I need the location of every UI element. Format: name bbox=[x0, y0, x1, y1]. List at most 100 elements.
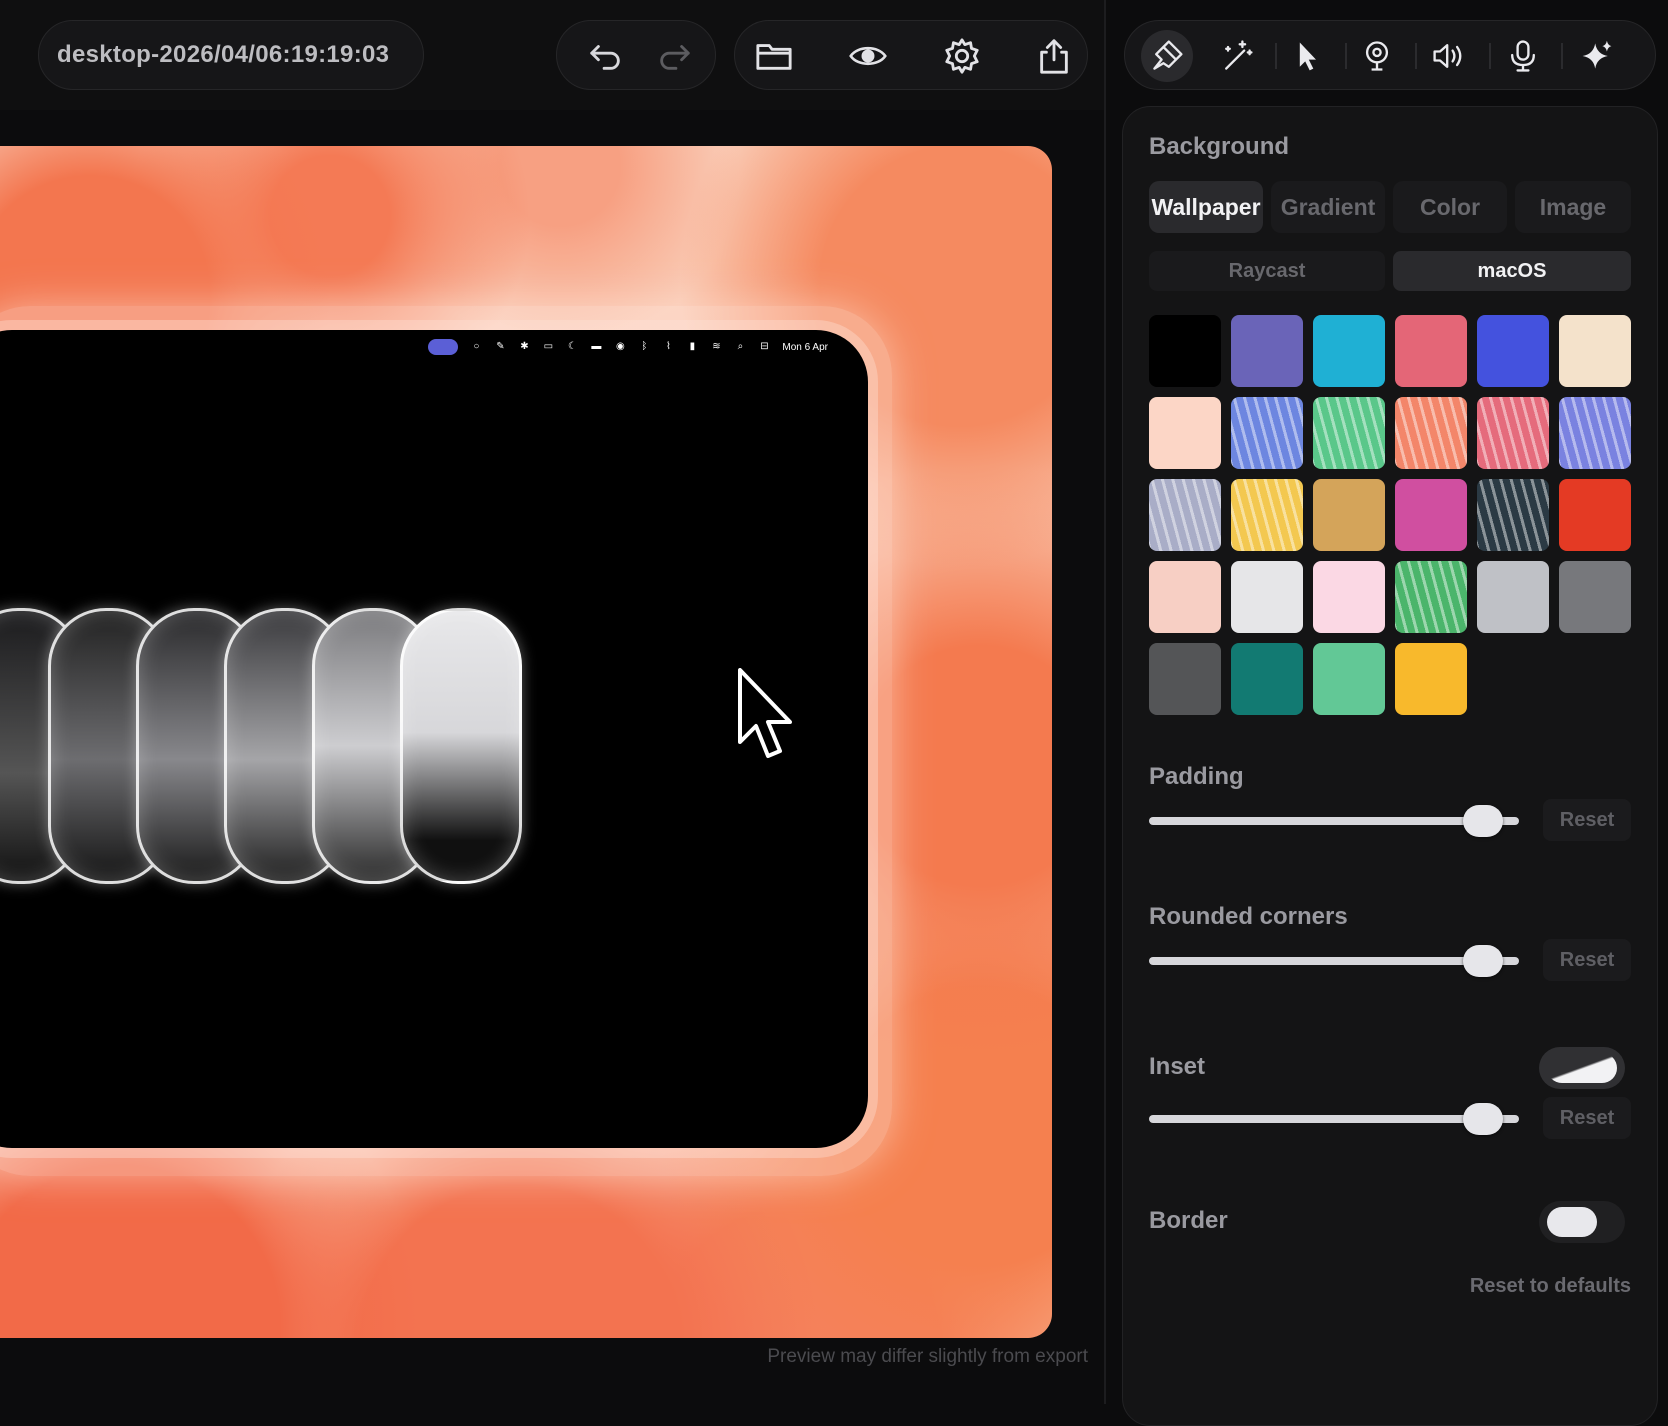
padding-slider[interactable] bbox=[1149, 805, 1519, 837]
file-title: desktop-2026/04/06:19:19:03 bbox=[57, 41, 390, 68]
tool-separator bbox=[1561, 43, 1563, 69]
wallpaper-swatch[interactable] bbox=[1313, 643, 1385, 715]
file-title-pill[interactable]: desktop-2026/04/06:19:19:03 bbox=[38, 20, 424, 90]
wallpaper-swatch[interactable] bbox=[1313, 315, 1385, 387]
gear-icon bbox=[945, 38, 979, 74]
cursor-tool-button[interactable] bbox=[1281, 30, 1333, 82]
search-icon: ⌕ bbox=[737, 341, 744, 352]
wallpaper-swatch[interactable] bbox=[1477, 561, 1549, 633]
wallpaper-swatch[interactable] bbox=[1559, 315, 1631, 387]
wallpaper-swatch[interactable] bbox=[1313, 479, 1385, 551]
mouse-cursor-icon bbox=[738, 668, 792, 758]
wallpaper-swatch[interactable] bbox=[1149, 315, 1221, 387]
wallpaper-swatch[interactable] bbox=[1231, 315, 1303, 387]
feather-icon: ✎ bbox=[496, 341, 505, 352]
play-icon: ◉ bbox=[616, 341, 625, 352]
slider-knob[interactable] bbox=[1462, 805, 1503, 837]
control-center-icon: ⊟ bbox=[760, 341, 769, 352]
speaker-icon bbox=[1433, 44, 1462, 68]
slider-knob[interactable] bbox=[1462, 1103, 1503, 1135]
wallpaper-swatch[interactable] bbox=[1231, 643, 1303, 715]
magic-tool-button[interactable] bbox=[1211, 30, 1263, 82]
undo-icon bbox=[590, 45, 620, 70]
moon-icon: ☾ bbox=[567, 341, 577, 352]
settings-button[interactable] bbox=[941, 35, 983, 77]
border-title: Border bbox=[1149, 1207, 1228, 1234]
battery-icon: ▮ bbox=[689, 341, 696, 352]
wallpaper-swatch[interactable] bbox=[1477, 397, 1549, 469]
wifi-icon: ≋ bbox=[712, 341, 721, 352]
tab-gradient[interactable]: Gradient bbox=[1271, 181, 1385, 233]
wallpaper-swatch[interactable] bbox=[1313, 397, 1385, 469]
wallpaper-swatch[interactable] bbox=[1395, 315, 1467, 387]
pointer-icon bbox=[1299, 42, 1316, 71]
inset-slider[interactable] bbox=[1149, 1103, 1519, 1135]
wallpaper-swatch[interactable] bbox=[1231, 561, 1303, 633]
sparkle-icon bbox=[1582, 40, 1612, 69]
brush-icon bbox=[1153, 40, 1183, 70]
wallpaper-swatch[interactable] bbox=[1395, 561, 1467, 633]
editor-tools-bar bbox=[1124, 20, 1656, 90]
wallpaper-swatch[interactable] bbox=[1231, 397, 1303, 469]
wallpaper-swatch[interactable] bbox=[1477, 315, 1549, 387]
microphone-icon bbox=[1511, 40, 1535, 72]
airpods-icon: ⌇ bbox=[665, 341, 671, 352]
mac-menubar: ○ ✎ ✱ ▭ ☾ ▬ ◉ ᛒ ⌇ ▮ ≋ ⌕ ⊟ Mon 6 Apr bbox=[428, 336, 828, 358]
share-button[interactable] bbox=[1033, 35, 1075, 77]
wallpaper-swatch[interactable] bbox=[1149, 561, 1221, 633]
tab-wallpaper[interactable]: Wallpaper bbox=[1149, 181, 1263, 233]
microphone-tool-button[interactable] bbox=[1497, 30, 1549, 82]
tool-separator bbox=[1345, 43, 1347, 69]
wallpaper-swatch[interactable] bbox=[1395, 643, 1467, 715]
background-tool-button[interactable] bbox=[1141, 30, 1193, 82]
menubar-date: Mon 6 Apr bbox=[782, 341, 828, 353]
redo-icon bbox=[660, 45, 690, 70]
tab-color[interactable]: Color bbox=[1393, 181, 1507, 233]
border-toggle[interactable] bbox=[1539, 1201, 1625, 1243]
settings-panel: Background Wallpaper Gradient Color Imag… bbox=[1122, 106, 1658, 1426]
wallpaper-swatch[interactable] bbox=[1231, 479, 1303, 551]
background-section-title: Background bbox=[1149, 133, 1290, 160]
preview-canvas[interactable]: ○ ✎ ✱ ▭ ☾ ▬ ◉ ᛒ ⌇ ▮ ≋ ⌕ ⊟ Mon 6 Apr bbox=[0, 146, 1052, 1338]
preview-disclaimer: Preview may differ slightly from export bbox=[767, 1346, 1088, 1367]
wallpaper-swatch[interactable] bbox=[1149, 397, 1221, 469]
inset-title: Inset bbox=[1149, 1053, 1206, 1080]
wallpaper-swatch[interactable] bbox=[1559, 479, 1631, 551]
slider-knob[interactable] bbox=[1462, 945, 1503, 977]
tab-image[interactable]: Image bbox=[1515, 181, 1631, 233]
card-icon: ▬ bbox=[591, 341, 602, 352]
wallpaper-swatch[interactable] bbox=[1395, 397, 1467, 469]
circle-icon: ○ bbox=[473, 341, 480, 352]
history-group bbox=[556, 20, 716, 90]
wallpaper-swatch[interactable] bbox=[1559, 397, 1631, 469]
wallpaper-swatch[interactable] bbox=[1313, 561, 1385, 633]
webcam-icon bbox=[1365, 41, 1389, 71]
tab-macos[interactable]: macOS bbox=[1393, 251, 1631, 291]
rounded-corners-reset-button[interactable]: Reset bbox=[1543, 939, 1631, 981]
tab-raycast[interactable]: Raycast bbox=[1149, 251, 1385, 291]
rounded-corners-slider[interactable] bbox=[1149, 945, 1519, 977]
folder-icon bbox=[756, 44, 792, 70]
ai-tool-button[interactable] bbox=[1571, 30, 1623, 82]
preview-button[interactable] bbox=[847, 35, 889, 77]
undo-button[interactable] bbox=[585, 35, 627, 77]
wallpaper-swatch[interactable] bbox=[1149, 643, 1221, 715]
audio-tool-button[interactable] bbox=[1423, 30, 1475, 82]
redo-button[interactable] bbox=[653, 35, 695, 77]
eye-icon bbox=[849, 46, 887, 66]
open-folder-button[interactable] bbox=[753, 35, 795, 77]
inset-toggle[interactable] bbox=[1539, 1047, 1625, 1089]
padding-reset-button[interactable]: Reset bbox=[1543, 799, 1631, 841]
wallpaper-swatch[interactable] bbox=[1395, 479, 1467, 551]
camera-tool-button[interactable] bbox=[1351, 30, 1403, 82]
share-icon bbox=[1040, 39, 1068, 74]
wallpaper-swatch[interactable] bbox=[1477, 479, 1549, 551]
tool-separator bbox=[1415, 43, 1417, 69]
reset-to-defaults-button[interactable]: Reset to defaults bbox=[1470, 1275, 1631, 1298]
wallpaper-swatch[interactable] bbox=[1559, 561, 1631, 633]
magic-wand-icon bbox=[1225, 40, 1253, 70]
file-tools-group bbox=[734, 20, 1088, 90]
wallpaper-swatch[interactable] bbox=[1149, 479, 1221, 551]
inset-reset-button[interactable]: Reset bbox=[1543, 1097, 1631, 1139]
tool-separator bbox=[1275, 43, 1277, 69]
